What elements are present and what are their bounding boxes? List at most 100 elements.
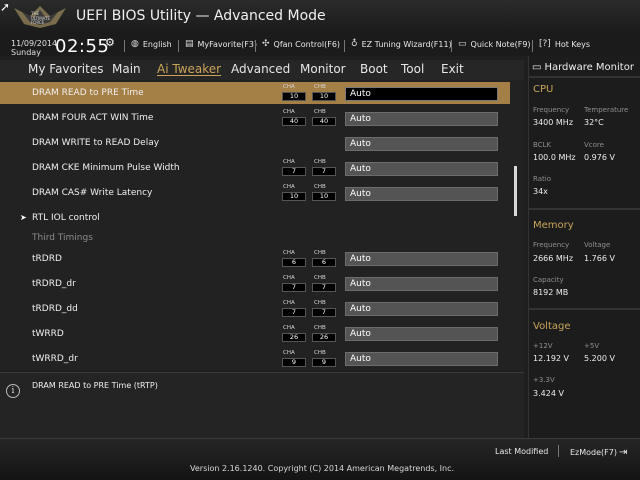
tab-tool[interactable]: Tool: [401, 62, 424, 76]
tab-boot[interactable]: Boot: [360, 62, 388, 76]
chb-label: CHB: [314, 350, 326, 356]
cha-label: CHA: [283, 159, 295, 165]
tab-monitor[interactable]: Monitor: [300, 62, 346, 76]
v33-value: 3.424 V: [533, 389, 564, 398]
setting-value-field[interactable]: Auto: [345, 162, 498, 176]
tab-main[interactable]: Main: [112, 62, 141, 76]
vcore-value: 0.976 V: [584, 153, 615, 162]
setting-value-field[interactable]: Auto: [345, 277, 498, 291]
separator: [344, 40, 345, 52]
chb-value: 26: [312, 333, 336, 342]
separator: [178, 40, 179, 52]
submenu-arrow-icon: ➤: [20, 213, 27, 222]
qfan-label: Qfan Control(F6): [273, 39, 341, 49]
chb-label: CHB: [314, 300, 326, 306]
v33-label: +3.3V: [533, 376, 555, 384]
hardware-monitor-title: ▭ Hardware Monitor: [532, 62, 634, 73]
window-title: UEFI BIOS Utility — Advanced Mode: [76, 8, 326, 24]
chb-value: 7: [312, 283, 336, 292]
hot-keys-button[interactable]: [?] Hot Keys: [539, 39, 590, 49]
fan-icon: ✣: [262, 39, 270, 49]
hot-keys-label: Hot Keys: [554, 39, 591, 49]
memory-voltage-label: Voltage: [584, 241, 611, 249]
tab-ai-tweaker[interactable]: Ai Tweaker: [157, 62, 221, 76]
voltage-section-title: Voltage: [533, 321, 571, 332]
setting-label[interactable]: DRAM FOUR ACT WIN Time: [32, 113, 153, 123]
help-text: DRAM READ to PRE Time (tRTP): [32, 381, 158, 390]
setting-value-field[interactable]: Auto: [345, 252, 498, 266]
setting-value-field[interactable]: Auto: [345, 137, 498, 151]
date-text: 11/09/2014: [11, 39, 58, 48]
setting-label: DRAM READ to PRE Time: [32, 88, 144, 98]
scrollbar[interactable]: [514, 166, 517, 216]
lightbulb-icon: ♁: [351, 39, 358, 49]
tab-exit[interactable]: Exit: [441, 62, 464, 76]
divider: [528, 76, 640, 78]
setting-label[interactable]: tRDRD: [32, 254, 62, 264]
setting-value-field[interactable]: Auto: [345, 187, 498, 201]
memory-frequency-value: 2666 MHz: [533, 254, 574, 263]
setting-label[interactable]: tRDRD_dd: [32, 304, 78, 314]
setting-value-field[interactable]: Auto: [345, 327, 498, 341]
memory-frequency-label: Frequency: [533, 241, 570, 249]
monitor-icon: ▭: [532, 62, 542, 73]
setting-label[interactable]: tWRRD: [32, 329, 64, 339]
setting-label[interactable]: DRAM WRITE to READ Delay: [32, 138, 159, 148]
v5-label: +5V: [584, 342, 600, 350]
ratio-label: Ratio: [533, 175, 551, 183]
help-icon: [?]: [539, 39, 551, 49]
ez-mode-button[interactable]: EzMode(F7) ⇥: [570, 447, 627, 458]
qfan-control-button[interactable]: ✣ Qfan Control(F6): [262, 39, 340, 49]
chb-label: CHB: [314, 109, 326, 115]
divider: [0, 438, 640, 439]
version-text: Version 2.16.1240. Copyright (C) 2014 Am…: [190, 464, 455, 473]
myfavorite-button[interactable]: ▤ MyFavorite(F3): [185, 39, 257, 49]
setting-value-field[interactable]: Auto: [345, 87, 498, 101]
logo-text: THE ULTIMATE FORCE: [31, 11, 51, 25]
last-modified-button[interactable]: Last Modified: [495, 447, 548, 456]
ez-tuning-wizard-button[interactable]: ♁ EZ Tuning Wizard(F11): [351, 39, 452, 49]
setting-label[interactable]: tWRRD_dr: [32, 354, 78, 364]
chb-value: 40: [312, 117, 336, 126]
globe-icon: ◍: [131, 39, 139, 49]
setting-value-field[interactable]: Auto: [345, 112, 498, 126]
cha-value: 10: [282, 92, 306, 101]
setting-label[interactable]: DRAM CKE Minimum Pulse Width: [32, 163, 180, 173]
cha-value: 6: [282, 258, 306, 267]
separator: [558, 445, 559, 457]
memory-capacity-label: Capacity: [533, 276, 564, 284]
quick-note-button[interactable]: ▭ Quick Note(F9): [458, 39, 531, 49]
setting-value-field[interactable]: Auto: [345, 352, 498, 366]
gear-icon[interactable]: ⚙: [105, 36, 115, 49]
cha-value: 7: [282, 308, 306, 317]
setting-value-field[interactable]: Auto: [345, 302, 498, 316]
cha-value: 7: [282, 283, 306, 292]
cha-value: 9: [282, 358, 306, 367]
favorite-icon: ▤: [185, 39, 194, 49]
chb-label: CHB: [314, 84, 326, 90]
cha-value: 40: [282, 117, 306, 126]
chb-label: CHB: [314, 325, 326, 331]
language-button[interactable]: ◍ English: [131, 39, 172, 49]
memory-capacity-value: 8192 MB: [533, 288, 569, 297]
cha-label: CHA: [283, 250, 295, 256]
separator: [532, 40, 533, 52]
tab-advanced[interactable]: Advanced: [231, 62, 290, 76]
cpu-frequency-value: 3400 MHz: [533, 118, 574, 127]
chb-value: 6: [312, 258, 336, 267]
separator: [451, 40, 452, 52]
hardware-monitor-label: Hardware Monitor: [544, 62, 634, 73]
day-text: Sunday: [11, 48, 41, 57]
memory-section-title: Memory: [533, 220, 574, 231]
chb-value: 7: [312, 308, 336, 317]
setting-label[interactable]: DRAM CAS# Write Latency: [32, 188, 152, 198]
submenu-rtl-iol-control[interactable]: RTL IOL control: [32, 213, 100, 223]
memory-voltage-value: 1.766 V: [584, 254, 615, 263]
setting-label[interactable]: tRDRD_dr: [32, 279, 76, 289]
chb-value: 7: [312, 167, 336, 176]
cha-label: CHA: [283, 325, 295, 331]
tab-my-favorites[interactable]: My Favorites: [28, 62, 103, 76]
chb-label: CHB: [314, 275, 326, 281]
section-header: Third Timings: [32, 233, 93, 243]
chb-label: CHB: [314, 250, 326, 256]
